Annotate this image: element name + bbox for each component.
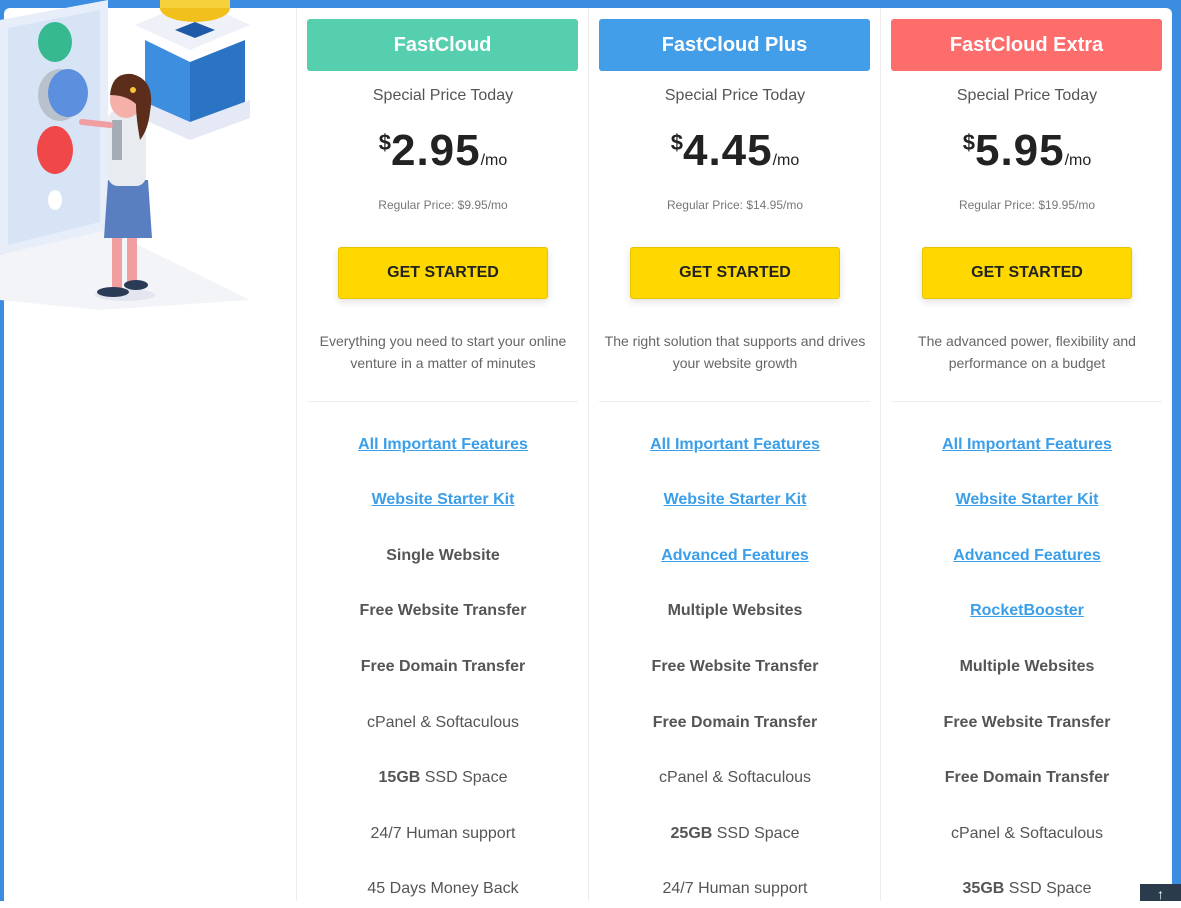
scroll-to-top-button[interactable]: ↑ bbox=[1140, 884, 1181, 902]
price-period: /mo bbox=[772, 152, 800, 169]
feature-advanced-features-link[interactable]: Advanced Features bbox=[589, 546, 881, 566]
feature-free-domain-transfer: Free Domain Transfer bbox=[652, 714, 818, 731]
price-period: /mo bbox=[480, 152, 508, 169]
price-amount: 2.95 bbox=[390, 126, 481, 175]
feature-cpanel-softaculous: cPanel & Softaculous bbox=[950, 825, 1104, 842]
feature-website-starter-kit-link[interactable]: Website Starter Kit bbox=[881, 490, 1173, 510]
price: $5.95/mo bbox=[881, 126, 1173, 176]
feature-storage-label: SSD Space bbox=[1004, 880, 1092, 897]
plan-name: FastCloud bbox=[307, 19, 578, 71]
divider bbox=[307, 401, 578, 402]
feature-free-domain-transfer: Free Domain Transfer bbox=[360, 658, 526, 675]
feature-storage-amount: 15GB bbox=[378, 769, 421, 786]
feature-free-domain-transfer: Free Domain Transfer bbox=[944, 769, 1110, 786]
feature-single-website: Single Website bbox=[386, 547, 500, 564]
feature-cpanel-softaculous: cPanel & Softaculous bbox=[658, 769, 812, 786]
price-currency: $ bbox=[670, 130, 683, 155]
feature-free-website-transfer: Free Website Transfer bbox=[651, 658, 819, 675]
regular-price: Regular Price: $19.95/mo bbox=[958, 198, 1096, 212]
feature-45-days-money-back: 45 Days Money Back bbox=[367, 880, 519, 897]
feature-all-important-features-link[interactable]: All Important Features bbox=[881, 435, 1173, 455]
feature-website-starter-kit-link[interactable]: Website Starter Kit bbox=[297, 490, 589, 510]
feature-storage-amount: 25GB bbox=[670, 825, 713, 842]
divider bbox=[891, 401, 1162, 402]
feature-ssd-space: 25GB SSD Space bbox=[589, 824, 881, 844]
regular-price: Regular Price: $14.95/mo bbox=[666, 198, 804, 212]
price-currency: $ bbox=[378, 130, 391, 155]
regular-price: Regular Price: $9.95/mo bbox=[378, 198, 508, 212]
price-period: /mo bbox=[1064, 152, 1092, 169]
plan-description: Everything you need to start your online… bbox=[319, 333, 567, 371]
plan-card-fastcloud-plus: FastCloud Plus Special Price Today $4.45/m… bbox=[588, 8, 881, 901]
feature-storage-amount: 35GB bbox=[962, 880, 1005, 897]
price: $4.45/mo bbox=[589, 126, 881, 176]
feature-ssd-space: 15GB SSD Space bbox=[297, 768, 589, 788]
feature-storage-label: SSD Space bbox=[420, 769, 508, 786]
feature-free-website-transfer: Free Website Transfer bbox=[359, 602, 527, 619]
get-started-button[interactable]: GET STARTED bbox=[338, 247, 548, 299]
plan-card-fastcloud-extra: FastCloud Extra Special Price Today $5.95/… bbox=[880, 8, 1173, 901]
price-currency: $ bbox=[962, 130, 975, 155]
get-started-button[interactable]: GET STARTED bbox=[630, 247, 840, 299]
feature-multiple-websites: Multiple Websites bbox=[667, 602, 803, 619]
feature-free-website-transfer: Free Website Transfer bbox=[943, 714, 1111, 731]
plan-name: FastCloud Extra bbox=[891, 19, 1162, 71]
price-amount: 5.95 bbox=[974, 126, 1065, 175]
feature-all-important-features-link[interactable]: All Important Features bbox=[297, 435, 589, 455]
feature-24-7-human-support: 24/7 Human support bbox=[370, 825, 516, 842]
plan-name: FastCloud Plus bbox=[599, 19, 870, 71]
price: $2.95/mo bbox=[297, 126, 589, 176]
special-price-label: Special Price Today bbox=[372, 87, 514, 104]
feature-all-important-features-link[interactable]: All Important Features bbox=[589, 435, 881, 455]
feature-rocketbooster-link[interactable]: RocketBooster bbox=[881, 601, 1173, 621]
plan-card-fastcloud: FastCloud Special Price Today $2.95/mo Regu… bbox=[296, 8, 589, 901]
price-amount: 4.45 bbox=[682, 126, 773, 175]
plan-description: The advanced power, flexibility and perf… bbox=[918, 333, 1136, 371]
divider bbox=[599, 401, 870, 402]
feature-website-starter-kit-link[interactable]: Website Starter Kit bbox=[589, 490, 881, 510]
arrow-up-icon: ↑ bbox=[1157, 886, 1164, 902]
feature-ssd-space: 35GB SSD Space bbox=[881, 879, 1173, 899]
feature-multiple-websites: Multiple Websites bbox=[959, 658, 1095, 675]
plan-description: The right solution that supports and dri… bbox=[604, 333, 866, 371]
feature-storage-label: SSD Space bbox=[712, 825, 800, 842]
feature-cpanel-softaculous: cPanel & Softaculous bbox=[366, 714, 520, 731]
feature-advanced-features-link[interactable]: Advanced Features bbox=[881, 546, 1173, 566]
special-price-label: Special Price Today bbox=[956, 87, 1098, 104]
special-price-label: Special Price Today bbox=[664, 87, 806, 104]
pricing-illustration bbox=[0, 0, 250, 310]
feature-24-7-human-support: 24/7 Human support bbox=[662, 880, 808, 897]
get-started-button[interactable]: GET STARTED bbox=[922, 247, 1132, 299]
